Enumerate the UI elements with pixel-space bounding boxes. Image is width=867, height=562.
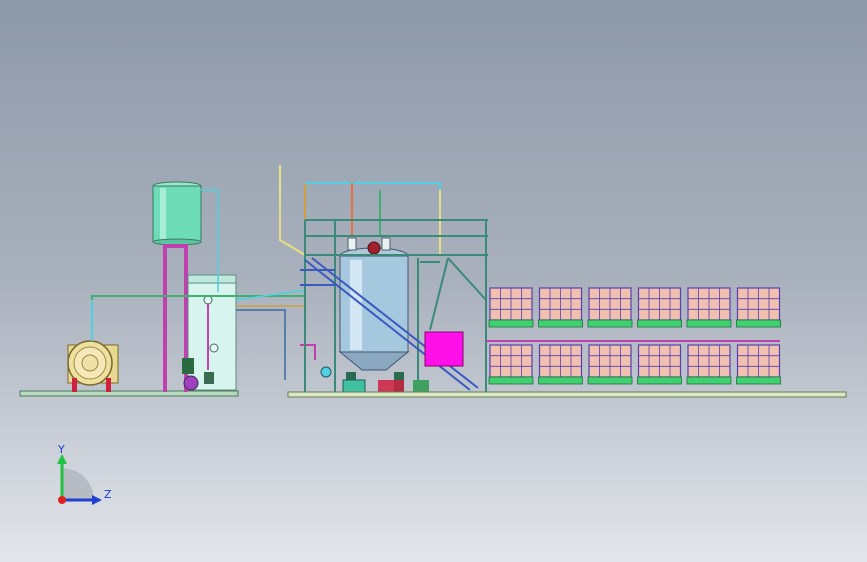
ibc-container <box>488 287 534 328</box>
ibc-container <box>736 287 781 328</box>
ibc-container <box>587 344 633 385</box>
filter-housing <box>182 274 237 391</box>
ibc-container <box>736 344 781 385</box>
axis-y-label: Y <box>57 443 65 456</box>
axis-triad: Y Z <box>57 443 112 505</box>
ibc-container <box>488 344 534 385</box>
ibc-container <box>686 344 732 385</box>
control-box <box>424 331 464 367</box>
main-base-plate <box>287 391 847 398</box>
ibc-container <box>686 287 732 328</box>
ibc-container <box>587 287 633 328</box>
ibc-container <box>637 344 682 385</box>
cad-viewport[interactable]: Y Z <box>0 0 867 562</box>
boiler <box>67 300 119 392</box>
ibc-container <box>538 344 583 385</box>
axis-z-label: Z <box>104 488 112 501</box>
ibc-container <box>538 287 583 328</box>
ibc-container <box>637 287 682 328</box>
ground-pumps <box>320 366 429 393</box>
left-base-plate <box>19 390 239 397</box>
ibc-container-array <box>488 287 781 385</box>
